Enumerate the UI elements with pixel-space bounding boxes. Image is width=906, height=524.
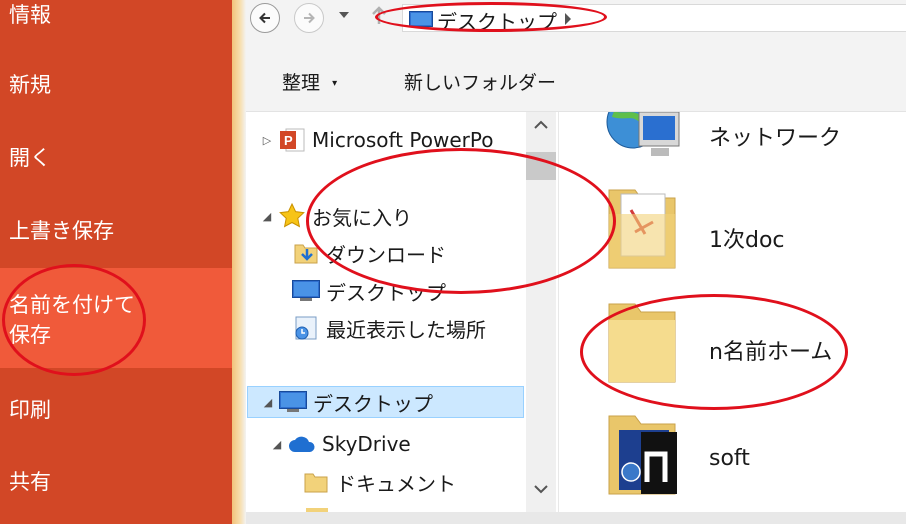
list-item-n-name-home[interactable]: n名前ホーム (559, 298, 906, 388)
backstage-item-save[interactable]: 上書き保存 (0, 216, 232, 246)
tree-item-label: ドキュメント (336, 471, 456, 496)
organize-label: 整理 (282, 72, 321, 94)
network-icon (606, 112, 680, 156)
bottom-scrollbar (246, 512, 906, 524)
chevron-down-icon: ▾ (332, 78, 338, 89)
tree-item-label: SkyDrive (322, 432, 411, 456)
tree-item-label: デスクトップ (326, 280, 446, 305)
backstage-item-info[interactable]: 情報 (0, 0, 232, 30)
desktop-icon (409, 11, 433, 27)
backstage-menu: 情報 新規 開く 上書き保存 名前を付けて 保存 印刷 共有 (0, 0, 232, 524)
collapse-arrow-icon[interactable]: ◢ (270, 438, 284, 451)
backstage-item-new[interactable]: 新規 (0, 70, 232, 100)
tree-item-downloads[interactable]: ダウンロード (292, 237, 446, 269)
forward-arrow-icon (304, 12, 315, 24)
up-arrow-icon (372, 6, 386, 24)
folder-icon (608, 303, 676, 383)
list-item-label: ネットワーク (709, 126, 842, 151)
forward-button[interactable] (294, 3, 324, 33)
list-item-label: soft (709, 446, 750, 471)
save-as-dialog: デスクトップ 整理 ▾ 新しいフォルダー ▷ P Microsoft Power… (246, 0, 906, 524)
desktop-icon (279, 388, 307, 416)
tree-item-label: 最近表示した場所 (326, 317, 486, 342)
file-list: ネットワーク 1次doc n名前ホーム soft (558, 112, 906, 512)
up-folder-button[interactable] (371, 6, 387, 31)
backstage-item-open[interactable]: 開く (0, 143, 232, 173)
backstage-item-print[interactable]: 印刷 (0, 395, 232, 425)
navigation-pane: ▷ P Microsoft PowerPo ◢ お気に入り ダウンロード デスク… (246, 112, 526, 524)
window-edge (232, 0, 246, 524)
tree-item-label: デスクトップ (313, 391, 433, 416)
tree-item-favorites[interactable]: ◢ お気に入り (260, 200, 412, 232)
backstage-item-share[interactable]: 共有 (0, 467, 232, 497)
svg-text:P: P (284, 133, 293, 148)
skydrive-icon (288, 430, 316, 458)
organize-button[interactable]: 整理 ▾ (282, 68, 337, 95)
backstage-item-save-as[interactable]: 名前を付けて 保存 (0, 268, 232, 368)
tree-item-label: Microsoft PowerPo (312, 128, 494, 152)
desktop-icon (292, 277, 320, 305)
tree-item-label: お気に入り (312, 205, 412, 230)
navigation-scrollbar[interactable] (526, 112, 556, 512)
list-item-label: 1次doc (709, 228, 785, 253)
address-bar: デスクトップ (246, 0, 906, 40)
chevron-right-icon[interactable] (563, 12, 573, 26)
scrollbar-thumb[interactable] (526, 152, 556, 180)
tree-item-label: ダウンロード (326, 242, 446, 267)
list-item-soft[interactable]: soft (559, 410, 906, 500)
address-location-text: デスクトップ (437, 10, 557, 34)
document-folder-icon (608, 189, 676, 269)
recent-places-icon (292, 314, 320, 342)
download-folder-icon (292, 239, 320, 267)
scroll-down-icon[interactable] (534, 484, 548, 494)
scroll-up-icon[interactable] (534, 120, 548, 130)
tree-item-skydrive[interactable]: ◢ SkyDrive (270, 428, 411, 460)
command-bar: 整理 ▾ 新しいフォルダー (246, 40, 906, 112)
list-item-1doc[interactable]: 1次doc (559, 184, 906, 274)
new-folder-button[interactable]: 新しいフォルダー (404, 68, 556, 95)
back-button[interactable] (250, 3, 280, 33)
collapse-arrow-icon[interactable]: ◢ (260, 210, 274, 223)
folder-icon (302, 468, 330, 496)
address-input[interactable]: デスクトップ (402, 4, 906, 34)
recent-locations-dropdown-icon[interactable] (338, 10, 350, 20)
tree-item-documents[interactable]: ドキュメント (302, 466, 456, 498)
expand-arrow-icon[interactable]: ▷ (260, 134, 274, 147)
list-item-label: n名前ホーム (709, 340, 833, 365)
tree-item-desktop-favorite[interactable]: デスクトップ (292, 275, 446, 307)
tree-item-desktop[interactable]: ◢ デスクトップ (247, 386, 524, 418)
collapse-arrow-icon[interactable]: ◢ (261, 396, 275, 409)
tree-item-recent-places[interactable]: 最近表示した場所 (292, 312, 486, 344)
star-icon (278, 202, 306, 230)
back-arrow-icon (259, 12, 270, 24)
powerpoint-icon: P (278, 126, 306, 154)
tree-item-powerpoint[interactable]: ▷ P Microsoft PowerPo (260, 124, 494, 156)
software-folder-icon (608, 415, 677, 495)
list-item-network[interactable]: ネットワーク (559, 112, 906, 172)
